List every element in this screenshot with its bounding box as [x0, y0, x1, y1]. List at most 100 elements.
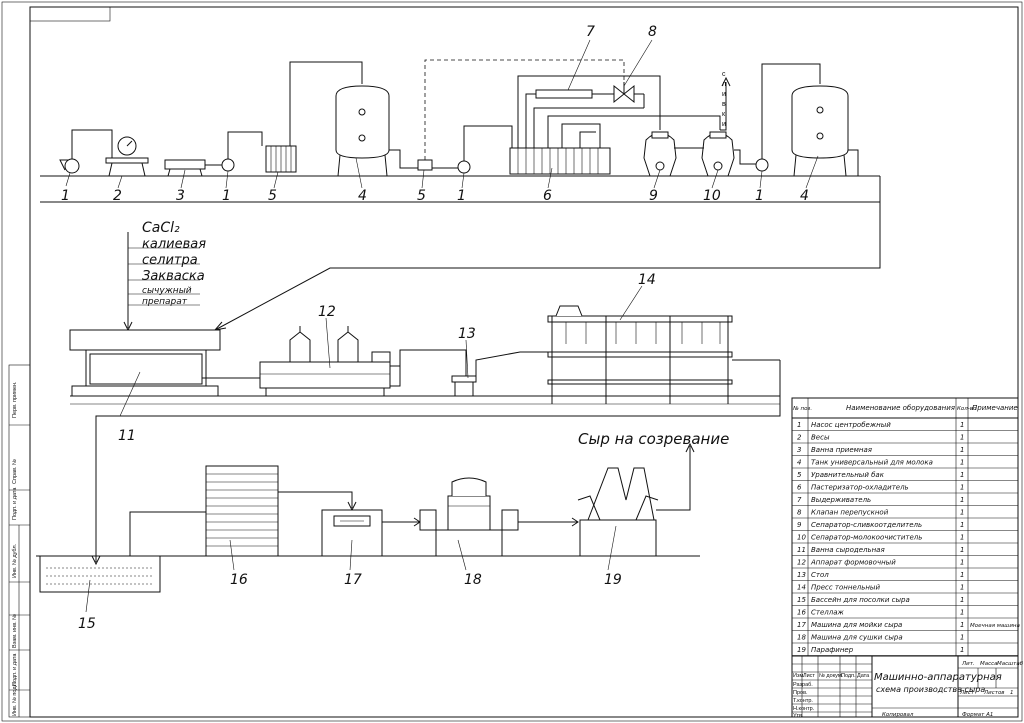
reception-bath-icon	[164, 159, 206, 177]
tb-role-4: Дата	[857, 673, 870, 679]
drain-letter-4: в	[722, 101, 726, 108]
spec-cell-qty: 1	[960, 459, 964, 467]
label-row1-10: 10	[703, 188, 721, 204]
drain-letter-5: к	[722, 111, 726, 118]
spec-cell-pos: 16	[797, 609, 806, 617]
spec-cell-pos: 5	[797, 471, 802, 479]
spec-row: 7 Выдерживатель 1	[792, 496, 1018, 506]
additive-starter: Закваска	[142, 269, 205, 284]
title-block: Изм. Лист № докум. Подп. Дата Разраб. Пр…	[791, 655, 1024, 719]
pasteurizer-icon	[509, 147, 611, 175]
table-icon	[451, 375, 477, 396]
tb-sheets: Листов	[983, 690, 1005, 696]
tb-role-1: Лист	[803, 673, 815, 679]
spec-row: 6 Пастеризатор-охладитель 1	[792, 484, 1018, 494]
spec-cell-name: Ванна приемная	[811, 446, 872, 454]
spec-row: 5 Уравнительный бак 1	[792, 471, 1018, 481]
output-label: Сыр на созревание	[578, 430, 729, 448]
spec-cell-qty: 1	[960, 559, 964, 567]
spec-cell-qty: 1	[960, 484, 964, 492]
spec-cell-name: Весы	[811, 434, 830, 442]
process-row-2: CaCl₂ калиевая селитра Закваска сычужный…	[69, 220, 781, 444]
spec-cell-qty: 1	[960, 446, 964, 454]
top-corner-stamp	[29, 6, 111, 22]
spec-row: 16 Стеллаж 1	[792, 609, 1018, 619]
label-row2-14: 14	[638, 272, 656, 288]
spec-cell-pos: 3	[797, 446, 801, 454]
label-top-8: 8	[648, 24, 657, 40]
pump-1d-icon	[755, 158, 769, 172]
tb-role-5: Разраб.	[793, 682, 813, 688]
pump-1c-icon	[457, 160, 471, 174]
label-row2-12: 12	[318, 304, 336, 320]
additive-cacl2: CaCl₂	[142, 220, 180, 236]
spec-cell-name: Пастеризатор-охладитель	[811, 484, 909, 492]
process-row-3: Сыр на созревание 15 16 17 18 19	[36, 430, 729, 632]
spec-row: 13 Стол 1	[792, 571, 1018, 581]
spec-cell-pos: 2	[797, 434, 802, 442]
label-row1-6: 5	[417, 188, 426, 204]
spec-cell-name: Сепаратор-молокоочиститель	[811, 534, 922, 542]
spec-row: 18 Машина для сушки сыра 1	[792, 634, 1018, 644]
label-row1-2: 3	[176, 188, 185, 204]
cheese-vat-icon	[69, 329, 221, 417]
side-stamp-3: Подп. и дата	[12, 487, 18, 520]
heat-exchanger-5-icon	[265, 145, 297, 173]
spec-cell-qty: 1	[960, 596, 964, 604]
spec-header-pos: № поз.	[792, 406, 812, 412]
spec-row: 15 Бассейн для посолки сыра 1	[792, 596, 1018, 606]
tb-role-2: № докум.	[819, 673, 844, 679]
tb-copied: Копировал	[882, 712, 914, 718]
spec-cell-qty: 1	[960, 521, 964, 529]
spec-cell-name: Машина для сушки сыра	[811, 634, 903, 642]
tb-role-3: Подп.	[841, 673, 856, 679]
spec-cell-pos: 4	[797, 459, 801, 467]
side-stamp-5: Взам. инв. №	[12, 614, 18, 648]
side-stamp-4: Инв. № дубл.	[12, 543, 18, 578]
spec-row: 17 Машина для мойки сыра 1 Моечная машина	[792, 621, 1020, 631]
tb-sheets-count: 1	[1010, 690, 1014, 696]
label-row3-15: 15	[78, 616, 96, 632]
spec-cell-name: Ванна сыродельная	[811, 546, 885, 554]
spec-row: 19 Парафинер 1	[792, 646, 1018, 656]
label-row1-12: 4	[800, 188, 809, 204]
milk-purifier-icon	[701, 131, 735, 177]
side-stamp-6: Подп. и дата	[12, 653, 18, 686]
spec-row: 4 Танк универсальный для молока 1	[792, 459, 1018, 469]
label-row1-7: 1	[457, 188, 466, 204]
spec-cell-pos: 18	[797, 634, 806, 642]
forming-apparatus-icon	[259, 326, 401, 397]
spec-cell-name: Парафинер	[811, 646, 854, 654]
label-row1-4: 5	[268, 188, 277, 204]
paraffin-machine-icon	[577, 467, 659, 557]
spec-cell-pos: 1	[797, 421, 801, 429]
spec-cell-qty: 1	[960, 509, 964, 517]
label-row1-5: 4	[358, 188, 367, 204]
spec-row: 11 Ванна сыродельная 1	[792, 546, 1018, 556]
cream-separator-icon	[643, 131, 677, 177]
spec-cell-pos: 8	[797, 509, 802, 517]
spec-cell-qty: 1	[960, 584, 964, 592]
drain-letter-3: и	[722, 91, 726, 98]
spec-row: 10 Сепаратор-молокоочиститель 1	[792, 534, 1018, 544]
label-row1-9: 9	[649, 188, 658, 204]
side-stamp-7: Инв. № подл.	[12, 681, 18, 716]
label-row3-16: 16	[230, 572, 248, 588]
tunnel-press-icon	[547, 305, 733, 404]
spec-row: 9 Сепаратор-сливкоотделитель 1	[792, 521, 1018, 531]
spec-cell-qty: 1	[960, 546, 964, 554]
tb-col-mass: Масса	[980, 661, 998, 667]
spec-cell-name: Выдерживатель	[811, 496, 871, 504]
spec-cell-pos: 6	[797, 484, 802, 492]
spec-cell-name: Машина для мойки сыра	[811, 621, 902, 629]
milk-tank-4b-icon	[791, 85, 849, 177]
spec-cell-qty: 1	[960, 534, 964, 542]
spec-cell-pos: 15	[797, 596, 806, 604]
tb-sheet: Лист	[959, 690, 975, 696]
milk-tank-4-icon	[335, 85, 390, 177]
spec-row: 8 Клапан перепускной 1	[792, 509, 1018, 519]
spec-cell-name: Пресс тоннельный	[811, 584, 880, 592]
spec-header-note: Примечание	[972, 404, 1018, 412]
spec-cell-name: Аппарат формовочный	[810, 559, 896, 567]
label-top-7: 7	[586, 24, 595, 40]
